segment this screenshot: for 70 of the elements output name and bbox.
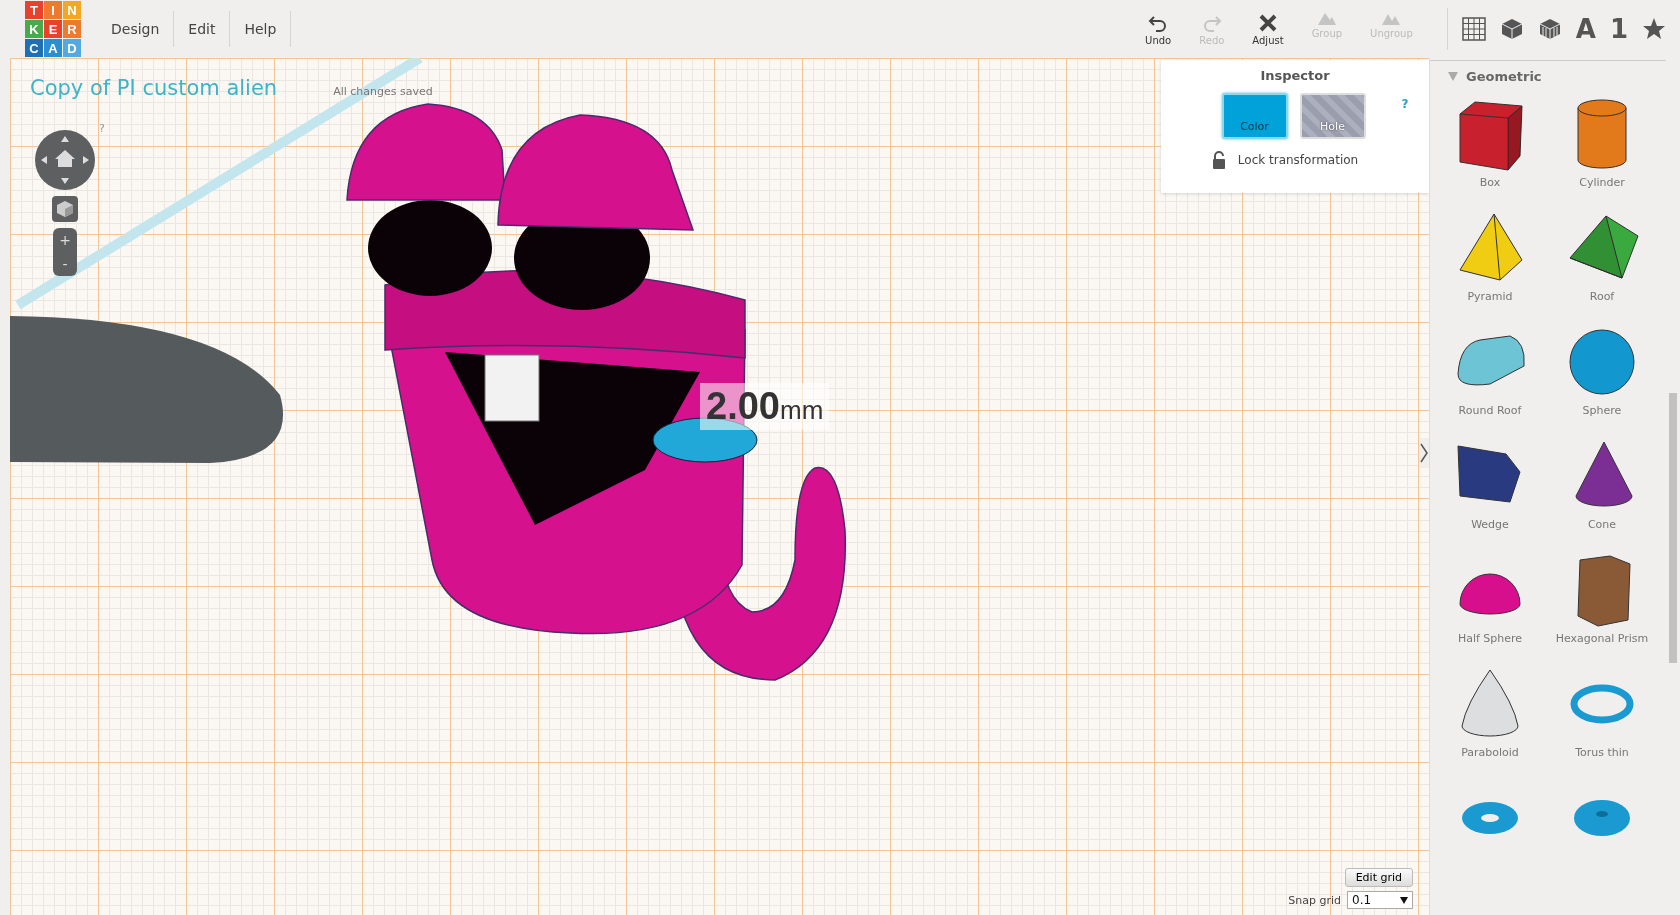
zoom-out-button[interactable]: - xyxy=(53,252,77,276)
menu-item[interactable]: Edit xyxy=(174,11,231,47)
section-header[interactable]: Geometric xyxy=(1430,60,1666,94)
text-shape-button[interactable]: 1 xyxy=(1609,14,1628,44)
text-shape-button[interactable]: A xyxy=(1575,14,1596,44)
shape-label: Round Roof xyxy=(1458,404,1522,417)
logo-letter: C xyxy=(25,39,43,57)
shape-label: Roof xyxy=(1589,290,1615,303)
menu-item[interactable]: Design xyxy=(97,11,175,47)
shape-tile[interactable]: Box xyxy=(1434,94,1546,208)
caret-icon xyxy=(1400,896,1408,904)
workplane-grid[interactable]: Copy of PI custom alien All changes saved ? + - 2.00mm Inspector Color Hole ? Lock transformation Edit grid Snap grid 0.1 xyxy=(10,58,1430,915)
hole-button[interactable]: Hole xyxy=(1299,93,1366,139)
unlocked-padlock-icon[interactable] xyxy=(1211,151,1226,169)
orbit-control[interactable] xyxy=(35,130,95,190)
shape-label: Half Sphere xyxy=(1457,632,1523,645)
shape-tile[interactable]: Round Roof xyxy=(1434,322,1546,436)
home-view-button[interactable] xyxy=(52,196,78,222)
snap-grid-label: Snap grid xyxy=(1288,893,1341,907)
shape-tile[interactable]: Sphere xyxy=(1546,322,1658,436)
shape-label: Torus thin xyxy=(1575,746,1629,759)
logo-letter: E xyxy=(44,20,62,38)
design-title[interactable]: Copy of PI custom alien xyxy=(30,76,278,100)
triangle-icon xyxy=(1448,72,1458,81)
shape-label: Box xyxy=(1479,176,1501,189)
adjust-button[interactable]: Adjust xyxy=(1244,12,1292,46)
shape-label: Hexagonal Prism xyxy=(1555,632,1649,645)
cube-icon xyxy=(57,201,73,217)
save-status: All changes saved xyxy=(333,85,433,98)
grid-icon[interactable] xyxy=(1461,17,1486,41)
shape-tile[interactable]: Pyramid xyxy=(1434,208,1546,322)
shape-tile[interactable]: Roof xyxy=(1546,208,1658,322)
menu-item[interactable]: Help xyxy=(230,11,292,47)
dimension-label[interactable]: 2.00mm xyxy=(700,383,830,430)
logo-letter: R xyxy=(63,20,81,38)
logo-letter: I xyxy=(44,1,62,19)
collapse-panel-chevron-icon[interactable] xyxy=(1419,438,1429,468)
shape-tile[interactable]: Cylinder xyxy=(1546,94,1658,208)
logo-letter: A xyxy=(44,39,62,57)
help-button[interactable]: ? xyxy=(99,122,105,135)
inspector-title: Inspector xyxy=(1260,68,1330,83)
mountains-icon xyxy=(1381,12,1402,26)
star-icon[interactable] xyxy=(1642,17,1666,41)
help-button[interactable]: ? xyxy=(1401,97,1409,111)
logo-letter: T xyxy=(25,1,43,19)
lock-transformation-label[interactable]: Lock transformation xyxy=(1237,153,1359,167)
striped-cube-icon[interactable] xyxy=(1537,17,1562,41)
shape-tile[interactable]: Paraboloid xyxy=(1434,664,1546,778)
shape-label: Pyramid xyxy=(1467,290,1513,303)
snap-grid-dropdown[interactable]: 0.1 xyxy=(1347,891,1413,909)
edit-grid-button[interactable]: Edit grid xyxy=(1344,868,1413,887)
shape-label: Paraboloid xyxy=(1461,746,1519,759)
undo-button[interactable]: Undo xyxy=(1137,12,1180,46)
shape-tile[interactable]: Torus thin xyxy=(1546,664,1658,778)
logo-letter: K xyxy=(25,20,43,38)
shape-label: Cone xyxy=(1587,518,1617,531)
shape-label: Sphere xyxy=(1582,404,1622,417)
cube-icon[interactable] xyxy=(1499,17,1524,41)
alien-model-drawing[interactable] xyxy=(346,103,847,681)
color-button[interactable]: Color xyxy=(1221,93,1288,139)
shape-tile[interactable]: Half Sphere xyxy=(1434,550,1546,664)
shape-label: Cylinder xyxy=(1579,176,1625,189)
logo-letter: D xyxy=(63,39,81,57)
zoom-in-button[interactable]: + xyxy=(53,228,77,252)
shape-tile[interactable]: Hexagonal Prism xyxy=(1546,550,1658,664)
shape-tile[interactable]: Wedge xyxy=(1434,436,1546,550)
shape-tile[interactable]: Cone xyxy=(1546,436,1658,550)
mountains-icon xyxy=(1316,12,1337,26)
logo-letter: N xyxy=(63,1,81,19)
shape-label: Wedge xyxy=(1471,518,1509,531)
